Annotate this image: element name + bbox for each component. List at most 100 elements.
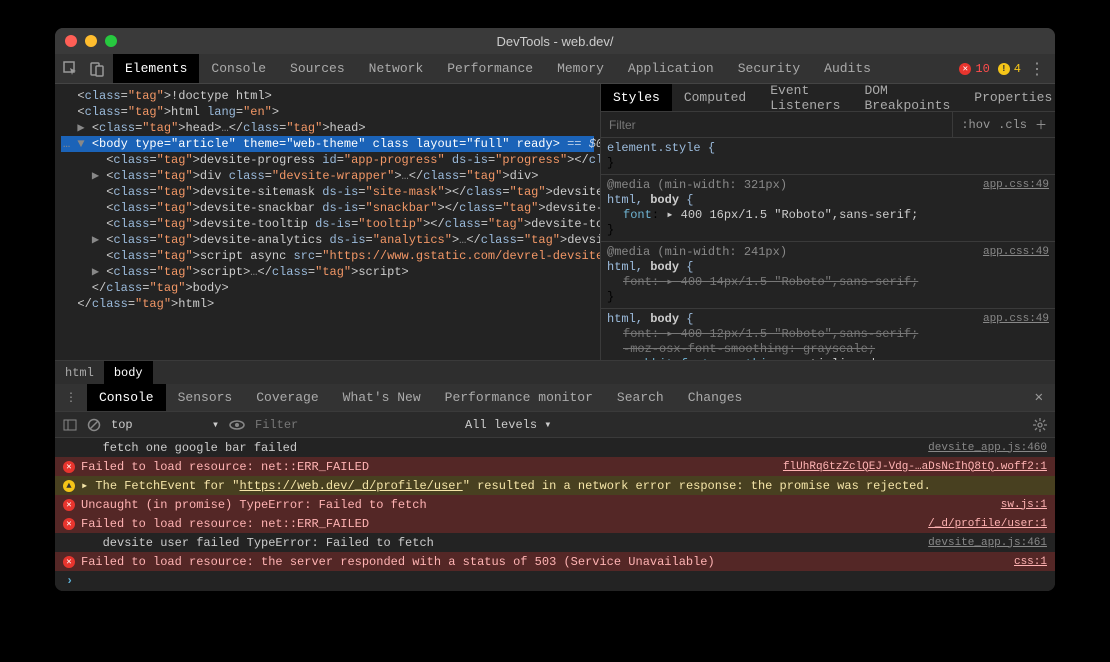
drawer-tab-search[interactable]: Search xyxy=(605,384,676,411)
dom-node[interactable]: ▶ <class="tag">devsite-analytics ds-is="… xyxy=(61,232,594,248)
console-row[interactable]: fetch one google bar faileddevsite_app.j… xyxy=(55,438,1055,457)
traffic-lights xyxy=(65,35,117,47)
tab-application[interactable]: Application xyxy=(616,54,726,83)
dom-node[interactable]: <class="tag">!doctype html> xyxy=(61,88,594,104)
styles-filter-input[interactable] xyxy=(601,118,952,132)
crumb-body[interactable]: body xyxy=(104,361,153,384)
drawer-tab-console[interactable]: Console xyxy=(87,384,166,411)
maximize-window-button[interactable] xyxy=(105,35,117,47)
message-source-link[interactable]: sw.js:1 xyxy=(1001,499,1047,511)
drawer-tab-what-s-new[interactable]: What's New xyxy=(331,384,433,411)
titlebar: DevTools - web.dev/ xyxy=(55,28,1055,54)
console-settings-icon[interactable] xyxy=(1033,418,1047,432)
dom-node[interactable]: </class="tag">html> xyxy=(61,296,594,312)
tab-network[interactable]: Network xyxy=(357,54,436,83)
window-title: DevTools - web.dev/ xyxy=(496,34,613,49)
new-rule-button[interactable]: ＋ xyxy=(1035,116,1047,133)
crumb-html[interactable]: html xyxy=(55,361,104,384)
styles-tab-event-listeners[interactable]: Event Listeners xyxy=(758,84,852,111)
context-selector[interactable]: top ▾ xyxy=(111,417,219,432)
breadcrumb: htmlbody xyxy=(55,360,1055,384)
dom-node[interactable]: <class="tag">devsite-snackbar ds-is="sna… xyxy=(61,200,594,216)
tab-performance[interactable]: Performance xyxy=(435,54,545,83)
drawer-tab-changes[interactable]: Changes xyxy=(676,384,755,411)
styles-tab-properties[interactable]: Properties xyxy=(962,84,1055,111)
dom-node[interactable]: <class="tag">devsite-sitemask ds-is="sit… xyxy=(61,184,594,200)
console-filter-input[interactable] xyxy=(255,418,455,432)
tab-sources[interactable]: Sources xyxy=(278,54,357,83)
css-rule[interactable]: app.css:49html, body {font: ▸ 400 12px/1… xyxy=(601,309,1055,360)
drawer-menu-icon[interactable]: ⋮ xyxy=(55,390,87,405)
close-window-button[interactable] xyxy=(65,35,77,47)
console-messages[interactable]: fetch one google bar faileddevsite_app.j… xyxy=(55,438,1055,571)
styles-tab-dom-breakpoints[interactable]: DOM Breakpoints xyxy=(852,84,962,111)
live-expression-icon[interactable] xyxy=(229,419,245,431)
drawer-tab-performance-monitor[interactable]: Performance monitor xyxy=(433,384,605,411)
tab-audits[interactable]: Audits xyxy=(812,54,883,83)
warning-icon: ▲ xyxy=(63,480,75,492)
console-row[interactable]: ✕Failed to load resource: the server res… xyxy=(55,552,1055,571)
css-rule[interactable]: element.style {} xyxy=(601,138,1055,175)
warning-count-badge[interactable]: !4 xyxy=(998,62,1021,76)
console-row[interactable]: ✕Failed to load resource: net::ERR_FAILE… xyxy=(55,514,1055,533)
styles-panel: StylesComputedEvent ListenersDOM Breakpo… xyxy=(600,84,1055,360)
dom-node[interactable]: <class="tag">script async src="https://w… xyxy=(61,248,594,264)
main-toolbar: ElementsConsoleSourcesNetworkPerformance… xyxy=(55,54,1055,84)
drawer-tabs: ⋮ ConsoleSensorsCoverageWhat's NewPerfor… xyxy=(55,384,1055,412)
log-levels-selector[interactable]: All levels ▾ xyxy=(465,417,551,432)
message-source-link[interactable]: flUhRq6tzZclQEJ-Vdg-…aDsNcIhQ8tQ.woff2:1 xyxy=(783,461,1047,473)
main-tabs: ElementsConsoleSourcesNetworkPerformance… xyxy=(113,54,883,83)
message-source-link[interactable]: css:1 xyxy=(1014,556,1047,568)
minimize-window-button[interactable] xyxy=(85,35,97,47)
drawer-tab-sensors[interactable]: Sensors xyxy=(166,384,245,411)
dom-node[interactable]: ▶ <class="tag">div class="devsite-wrappe… xyxy=(61,168,594,184)
css-rule[interactable]: app.css:49@media (min-width: 241px)html,… xyxy=(601,242,1055,309)
styles-tab-styles[interactable]: Styles xyxy=(601,84,672,111)
message-source-link[interactable]: devsite_app.js:460 xyxy=(928,442,1047,454)
dom-node[interactable]: … ▼ <body type="article" theme="web-them… xyxy=(61,136,594,152)
drawer-close-icon[interactable]: ✕ xyxy=(1023,389,1055,406)
console-input-row[interactable]: › xyxy=(55,571,1055,591)
more-menu-icon[interactable]: ⋮ xyxy=(1029,59,1045,79)
console-prompt-icon: › xyxy=(63,574,73,588)
dom-node[interactable]: ▶ <class="tag">script>…</class="tag">scr… xyxy=(61,264,594,280)
error-icon: ✕ xyxy=(63,518,75,530)
error-icon: ✕ xyxy=(63,499,75,511)
tab-elements[interactable]: Elements xyxy=(113,54,199,83)
tab-console[interactable]: Console xyxy=(199,54,278,83)
tab-memory[interactable]: Memory xyxy=(545,54,616,83)
styles-tabs: StylesComputedEvent ListenersDOM Breakpo… xyxy=(601,84,1055,112)
clear-console-icon[interactable] xyxy=(87,418,101,432)
styles-tab-computed[interactable]: Computed xyxy=(672,84,758,111)
dom-node[interactable]: <class="tag">devsite-tooltip ds-is="tool… xyxy=(61,216,594,232)
rule-source-link[interactable]: app.css:49 xyxy=(983,312,1049,327)
tab-security[interactable]: Security xyxy=(726,54,812,83)
console-row[interactable]: ✕Uncaught (in promise) TypeError: Failed… xyxy=(55,495,1055,514)
cls-toggle[interactable]: .cls xyxy=(998,118,1027,132)
console-row[interactable]: ✕Failed to load resource: net::ERR_FAILE… xyxy=(55,457,1055,476)
hov-toggle[interactable]: :hov xyxy=(961,118,990,132)
rule-source-link[interactable]: app.css:49 xyxy=(983,245,1049,260)
drawer-tab-coverage[interactable]: Coverage xyxy=(244,384,330,411)
console-toolbar: top ▾ All levels ▾ xyxy=(55,412,1055,438)
error-icon: ✕ xyxy=(63,461,75,473)
css-rule[interactable]: app.css:49@media (min-width: 321px)html,… xyxy=(601,175,1055,242)
sidebar-toggle-icon[interactable] xyxy=(63,418,77,432)
device-toggle-icon[interactable] xyxy=(89,61,105,77)
dom-node[interactable]: ▶ <class="tag">head>…</class="tag">head> xyxy=(61,120,594,136)
devtools-window: DevTools - web.dev/ ElementsConsoleSourc… xyxy=(55,28,1055,591)
css-rules-list[interactable]: element.style {}app.css:49@media (min-wi… xyxy=(601,138,1055,360)
dom-node[interactable]: <class="tag">html lang="en"> xyxy=(61,104,594,120)
message-source-link[interactable]: devsite_app.js:461 xyxy=(928,537,1047,549)
message-source-link[interactable]: /_d/profile/user:1 xyxy=(928,518,1047,530)
rule-source-link[interactable]: app.css:49 xyxy=(983,178,1049,193)
console-row[interactable]: ▲▸ The FetchEvent for "https://web.dev/_… xyxy=(55,476,1055,495)
console-row[interactable]: devsite user failed TypeError: Failed to… xyxy=(55,533,1055,552)
dom-node[interactable]: </class="tag">body> xyxy=(61,280,594,296)
inspect-icon[interactable] xyxy=(63,61,79,77)
drawer: ⋮ ConsoleSensorsCoverageWhat's NewPerfor… xyxy=(55,384,1055,591)
elements-tree-panel[interactable]: <class="tag">!doctype html> <class="tag"… xyxy=(55,84,600,360)
dom-node[interactable]: <class="tag">devsite-progress id="app-pr… xyxy=(61,152,594,168)
error-count-badge[interactable]: ✕10 xyxy=(959,62,989,76)
error-icon: ✕ xyxy=(63,556,75,568)
